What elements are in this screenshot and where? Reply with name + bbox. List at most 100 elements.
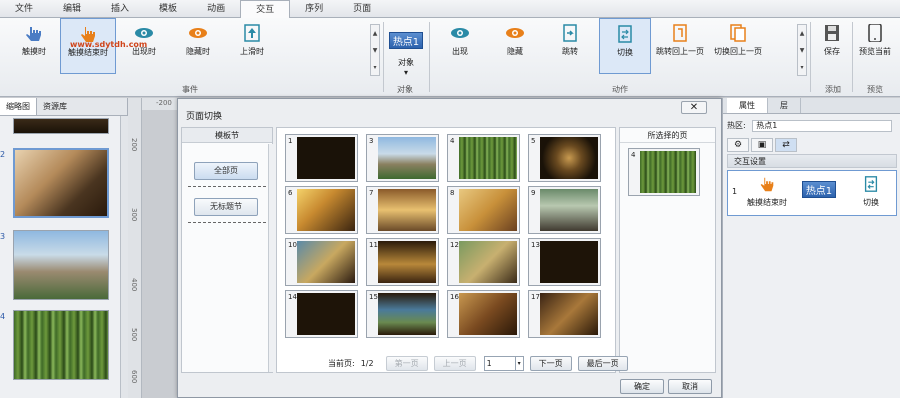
object-selector-button[interactable]: 热点1 对象 ▾ [386, 18, 426, 77]
page-cell-8[interactable]: 8 [447, 186, 520, 234]
action-appear-button[interactable]: 出现 [434, 18, 486, 74]
save-icon [825, 25, 839, 41]
last-page-button[interactable]: 最后一页 [577, 355, 628, 371]
action-group-scroll[interactable]: ▲ ▼ ▾ [797, 24, 807, 76]
film-icon[interactable]: ▣ [751, 138, 773, 152]
ruler-label: 400 [130, 278, 138, 292]
page-image [378, 241, 436, 283]
section-divider [188, 222, 266, 223]
page-thumbnail-1[interactable] [13, 118, 109, 134]
menu-tab-sequence[interactable]: 序列 [290, 0, 338, 18]
interaction-icon[interactable]: ⇄ [775, 138, 797, 152]
prev-page-button[interactable]: 上一页 [433, 355, 476, 371]
tab-thumbnails[interactable]: 缩略图 [0, 98, 37, 115]
selected-page-cell[interactable]: 4 [628, 148, 700, 196]
save-button[interactable]: 保存 [814, 18, 850, 74]
swipe-up-event-button[interactable]: 上滑时 [226, 18, 278, 74]
properties-panel: 属性 层 热区: 热点1 ⚙ ▣ ⇄ 交互设置 1 触摸结束时 热点1 切换 [722, 98, 900, 398]
page-image [297, 137, 355, 179]
menu-tab-edit[interactable]: 编辑 [48, 0, 96, 18]
gear-icon[interactable]: ⚙ [727, 138, 749, 152]
action-switch-button[interactable]: 切换 [599, 18, 651, 74]
interaction-object[interactable]: 热点1 [794, 181, 844, 198]
menu-tab-insert[interactable]: 插入 [96, 0, 144, 18]
thumbnail-scrollbar[interactable] [120, 116, 128, 398]
section-untitled-button[interactable]: 无标题节 [194, 198, 258, 216]
hotzone-field[interactable]: 热点1 [752, 120, 893, 132]
page-thumbnail-2[interactable] [13, 148, 109, 218]
page-cell-9[interactable]: 9 [528, 186, 601, 234]
action-jump-back-button[interactable]: 跳转回上一页 [654, 18, 706, 74]
hide-event-button[interactable]: 隐藏时 [172, 18, 224, 74]
page-number: 7 [369, 189, 374, 197]
pagination-bar: 当前页: 1/2 第一页 上一页 1 ▾ 下一页 最后一页 [328, 355, 628, 371]
page-cell-11[interactable]: 11 [366, 238, 439, 286]
selected-pages-header: 所选择的页 [620, 128, 715, 143]
close-button[interactable]: ✕ [681, 101, 707, 114]
page-cell-17[interactable]: 17 [528, 290, 601, 338]
action-jump-button[interactable]: 跳转 [544, 18, 596, 74]
page-cell-7[interactable]: 7 [366, 186, 439, 234]
ruler-label: 300 [130, 208, 138, 222]
menu-tab-template[interactable]: 模板 [144, 0, 192, 18]
page-cell-6[interactable]: 6 [285, 186, 358, 234]
page-cell-4[interactable]: 4 [447, 134, 520, 182]
preview-current-button[interactable]: 预览当前 [854, 18, 896, 74]
page-number: 11 [369, 241, 378, 249]
tab-resources[interactable]: 资源库 [37, 98, 73, 115]
appear-event-button[interactable]: 出现时 [118, 18, 170, 74]
eye-icon [451, 28, 469, 38]
event-group-scroll[interactable]: ▲ ▼ ▾ [370, 24, 380, 76]
page-select[interactable]: 1 ▾ [483, 355, 524, 371]
page-thumbnail-4[interactable] [13, 310, 109, 380]
page-cell-16[interactable]: 16 [447, 290, 520, 338]
close-icon: ✕ [689, 102, 699, 113]
interaction-object-badge: 热点1 [801, 181, 837, 198]
page-cell-14[interactable]: 14 [285, 290, 358, 338]
touch-event-button[interactable]: 触摸时 [8, 18, 60, 74]
action-jump-back-label: 跳转回上一页 [656, 47, 704, 56]
touch-event-label: 触摸时 [22, 47, 46, 56]
page-cell-1[interactable]: 1 [285, 134, 358, 182]
first-page-button[interactable]: 第一页 [385, 355, 428, 371]
interaction-row-number: 1 [732, 187, 738, 196]
page-cell-5[interactable]: 5 [528, 134, 601, 182]
menu-tab-file[interactable]: 文件 [0, 0, 48, 18]
page-cell-12[interactable]: 12 [447, 238, 520, 286]
ok-button[interactable]: 确定 [620, 379, 664, 394]
page-cell-13[interactable]: 13 [528, 238, 601, 286]
interaction-action[interactable]: 切换 [846, 175, 896, 208]
page-cell-10[interactable]: 10 [285, 238, 358, 286]
ruler-label: 600 [130, 370, 138, 384]
action-hide-button[interactable]: 隐藏 [489, 18, 541, 74]
section-all-pages-button[interactable]: 全部页 [194, 162, 258, 180]
tab-layers[interactable]: 层 [768, 98, 801, 113]
page-thumbnail-3[interactable] [13, 230, 109, 300]
action-hide-label: 隐藏 [507, 47, 523, 56]
dialog-title: 页面切换 [186, 112, 223, 122]
menu-tab-page[interactable]: 页面 [338, 0, 386, 18]
page-image [378, 293, 436, 335]
page-number: 15 [369, 293, 378, 301]
hand-tap-icon [760, 177, 774, 192]
jump-icon [563, 24, 577, 42]
sections-scrollbar[interactable] [268, 144, 276, 372]
menu-tab-interaction[interactable]: 交互 [240, 0, 291, 19]
page-image [540, 293, 598, 335]
next-page-button[interactable]: 下一页 [529, 355, 572, 371]
page-cell-15[interactable]: 15 [366, 290, 439, 338]
action-switch-back-button[interactable]: 切换回上一页 [710, 18, 766, 74]
menu-tab-animation[interactable]: 动画 [192, 0, 240, 18]
interaction-row[interactable]: 1 触摸结束时 热点1 切换 [727, 170, 897, 216]
page-grid: 1 3 4 5 6 7 8 9 10 11 12 13 14 15 16 17 [276, 127, 616, 373]
page-cell-3[interactable]: 3 [366, 134, 439, 182]
tab-properties[interactable]: 属性 [727, 98, 768, 113]
switch-back-icon [730, 24, 746, 42]
page-number: 13 [531, 241, 540, 249]
page-image [540, 137, 598, 179]
ribbon-separator [383, 22, 384, 92]
vertical-ruler: 200 300 400 500 600 [128, 98, 142, 398]
switch-icon [618, 25, 632, 43]
interaction-trigger[interactable]: 触摸结束时 [742, 175, 792, 208]
cancel-button[interactable]: 取消 [668, 379, 712, 394]
